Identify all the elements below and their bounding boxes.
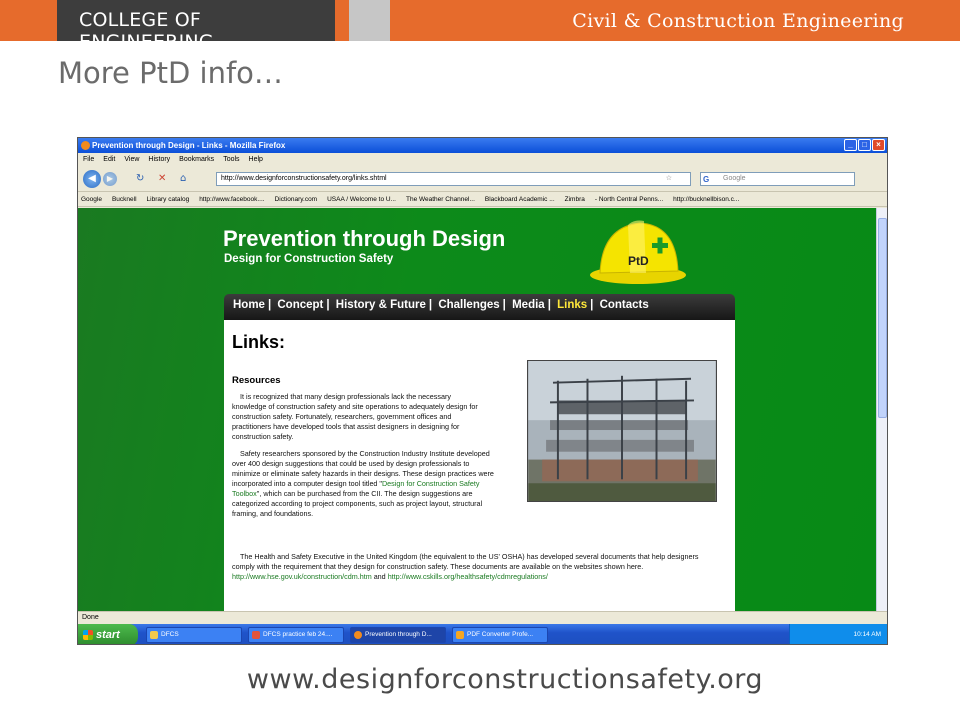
menu-tools[interactable]: Tools	[223, 153, 239, 166]
nav-challenges[interactable]: Challenges	[438, 299, 499, 311]
taskbar-item-dfcs[interactable]: DFCS	[146, 627, 242, 643]
bookmark-item[interactable]: Blackboard Academic ...	[485, 193, 555, 206]
firefox-icon	[354, 631, 362, 639]
college-banner: COLLEGE OF ENGINEERING	[57, 0, 335, 53]
taskbar-item-label: PDF Converter Profe...	[467, 631, 534, 638]
navigation-toolbar: ◀ ▶ ↻ ✕ ⌂ http://www.designforconstructi…	[78, 166, 887, 192]
firefox-icon	[81, 141, 90, 150]
bookmarks-bar: Google Bucknell Library catalog http://w…	[78, 193, 887, 207]
start-label: start	[96, 629, 120, 641]
status-bar: Done	[78, 611, 887, 623]
department-label: Civil & Construction Engineering	[572, 10, 904, 32]
page-heading: Links:	[232, 332, 286, 352]
window-controls: _ □ ×	[844, 139, 885, 151]
browser-screenshot: Prevention through Design - Links - Mozi…	[77, 137, 888, 645]
close-icon[interactable]: ×	[872, 139, 885, 151]
clock[interactable]: 10:14 AM	[854, 631, 881, 638]
page-panel: Links: Resources It is recognized that m…	[224, 320, 735, 611]
windows-logo-icon	[83, 630, 93, 640]
url-bar[interactable]: http://www.designforconstructionsafety.o…	[216, 172, 691, 186]
scrollbar-thumb[interactable]	[878, 218, 887, 418]
menu-help[interactable]: Help	[249, 153, 263, 166]
back-icon[interactable]: ◀	[83, 170, 101, 188]
hse-link[interactable]: http://www.hse.gov.uk/construction/cdm.h…	[232, 572, 372, 581]
nav-media[interactable]: Media	[512, 299, 545, 311]
cskills-link[interactable]: http://www.cskills.org/healthsafety/cdmr…	[388, 572, 548, 581]
college-label: COLLEGE OF ENGINEERING	[79, 9, 214, 53]
taskbar-item-pdf-converter[interactable]: PDF Converter Profe...	[452, 627, 548, 643]
search-input[interactable]: G Google	[700, 172, 855, 186]
hard-hat-logo: PtD	[590, 220, 686, 284]
taskbar-item-label: DFCS practice feb 24....	[263, 631, 333, 638]
paragraph-2-text-end: ", which can be purchased from the CII. …	[232, 489, 483, 518]
paragraph-1: It is recognized that many design profes…	[232, 392, 482, 442]
system-tray: 10:14 AM	[789, 624, 887, 644]
bookmark-star-icon[interactable]: ☆	[666, 173, 672, 185]
powerpoint-icon	[252, 631, 260, 639]
nav-home[interactable]: Home	[233, 299, 265, 311]
bookmark-item[interactable]: Library catalog	[147, 193, 190, 206]
pdf-icon	[456, 631, 464, 639]
nav-history-future[interactable]: History & Future	[336, 299, 426, 311]
menu-bookmarks[interactable]: Bookmarks	[179, 153, 214, 166]
taskbar-item-dfcs-practice[interactable]: DFCS practice feb 24....	[248, 627, 344, 643]
bookmark-item[interactable]: http://bucknellbison.c...	[673, 193, 739, 206]
taskbar-item-firefox[interactable]: Prevention through D...	[350, 627, 446, 643]
maximize-icon[interactable]: □	[858, 139, 871, 151]
folder-icon	[150, 631, 158, 639]
taskbar-item-label: DFCS	[161, 631, 179, 638]
bookmark-item[interactable]: Google	[81, 193, 102, 206]
minimize-icon[interactable]: _	[844, 139, 857, 151]
menu-file[interactable]: File	[83, 153, 94, 166]
paragraph-1-text: It is recognized that many design profes…	[232, 392, 478, 441]
window-titlebar: Prevention through Design - Links - Mozi…	[78, 138, 887, 153]
bookmark-item[interactable]: Zimbra	[565, 193, 585, 206]
helmet-label: PtD	[628, 254, 649, 268]
stop-icon[interactable]: ✕	[158, 173, 166, 184]
bookmark-item[interactable]: http://www.facebook....	[199, 193, 264, 206]
header-banner: COLLEGE OF ENGINEERING Civil & Construct…	[0, 0, 960, 53]
home-icon[interactable]: ⌂	[180, 173, 186, 184]
slide-title: More PtD info…	[58, 56, 283, 90]
menu-view[interactable]: View	[124, 153, 139, 166]
google-icon: G	[703, 175, 710, 184]
windows-taskbar: start DFCS DFCS practice feb 24.... Prev…	[78, 624, 887, 644]
bookmark-item[interactable]: - North Central Penns...	[595, 193, 663, 206]
section-heading: Resources	[232, 375, 281, 386]
paragraph-3-and: and	[373, 572, 386, 581]
site-subtitle: Design for Construction Safety	[224, 253, 394, 265]
nav-concept[interactable]: Concept	[277, 299, 323, 311]
bookmark-item[interactable]: USAA / Welcome to U...	[327, 193, 396, 206]
search-placeholder: Google	[723, 175, 746, 182]
footer-url: www.designforconstructionsafety.org	[246, 664, 764, 695]
bookmark-item[interactable]: Bucknell	[112, 193, 137, 206]
construction-photo	[527, 360, 717, 502]
bookmark-item[interactable]: The Weather Channel...	[406, 193, 475, 206]
banner-divider-block	[349, 0, 390, 41]
forward-icon[interactable]: ▶	[103, 172, 117, 186]
taskbar-item-label: Prevention through D...	[365, 631, 432, 638]
nav-links[interactable]: Links	[557, 299, 587, 311]
paragraph-2: Safety researchers sponsored by the Cons…	[232, 449, 494, 519]
url-text: http://www.designforconstructionsafety.o…	[221, 175, 387, 182]
web-page-content: Prevention through Design Design for Con…	[78, 208, 877, 611]
page-scrollbar[interactable]	[876, 208, 887, 611]
reload-icon[interactable]: ↻	[136, 173, 144, 184]
nav-contacts[interactable]: Contacts	[600, 299, 649, 311]
bookmark-item[interactable]: Dictionary.com	[275, 193, 318, 206]
window-title: Prevention through Design - Links - Mozi…	[92, 141, 286, 150]
menu-edit[interactable]: Edit	[103, 153, 115, 166]
paragraph-3: The Health and Safety Executive in the U…	[232, 552, 722, 582]
start-button[interactable]: start	[78, 624, 138, 644]
paragraph-3-text: The Health and Safety Executive in the U…	[232, 552, 699, 571]
menu-history[interactable]: History	[148, 153, 170, 166]
menu-bar: File Edit View History Bookmarks Tools H…	[78, 153, 887, 166]
slide: COLLEGE OF ENGINEERING Civil & Construct…	[0, 0, 960, 720]
site-title: Prevention through Design	[223, 226, 506, 251]
